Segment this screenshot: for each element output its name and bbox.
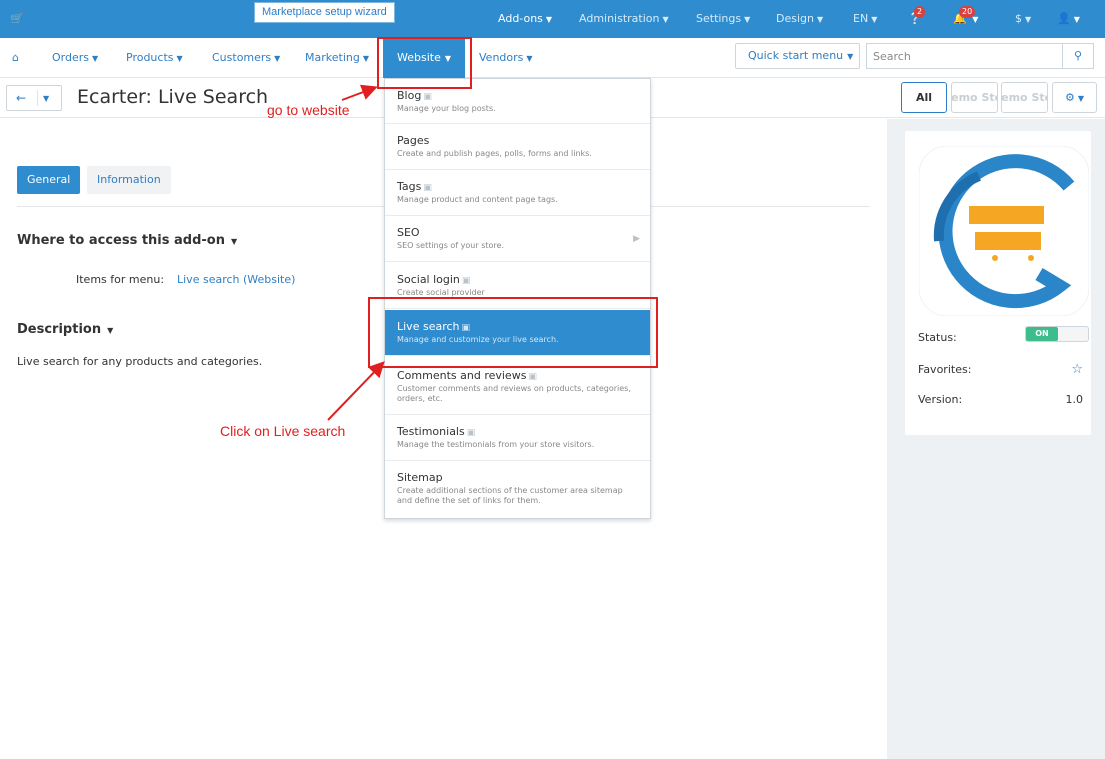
arrow-to-website	[341, 84, 378, 101]
arrow-to-live-search	[327, 361, 385, 421]
annotation-arrows	[327, 84, 385, 421]
